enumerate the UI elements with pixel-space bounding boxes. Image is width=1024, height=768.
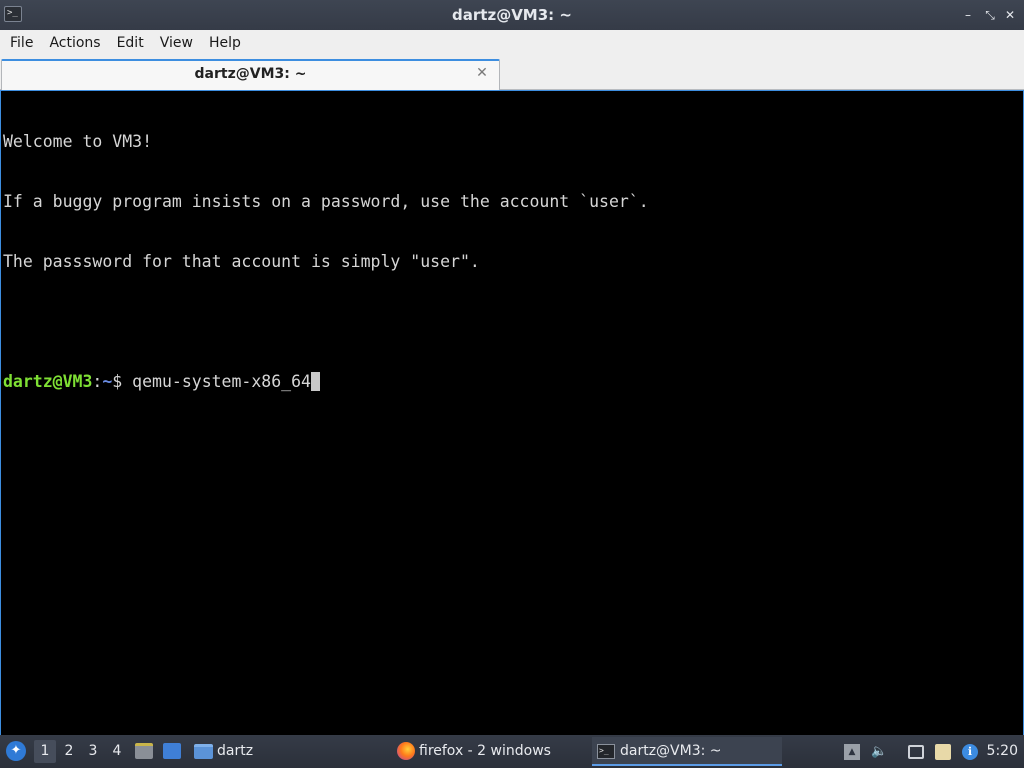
folder-task-label: dartz	[217, 743, 254, 759]
maximize-button[interactable]: ⤡	[982, 7, 998, 23]
taskbar: ✦ 1 2 3 4 dartz firefox - 2 windows >_ da…	[0, 735, 1024, 768]
desktop-3-button[interactable]: 3	[82, 735, 104, 768]
tab-terminal[interactable]: dartz@VM3: ~ ✕	[1, 59, 500, 90]
desktop-2-button[interactable]: 2	[58, 735, 80, 768]
menu-bar: File Actions Edit View Help	[0, 30, 1024, 57]
terminal-line: If a buggy program insists on a password…	[3, 192, 649, 211]
notification-icon[interactable]: ℹ	[962, 744, 978, 760]
menu-view[interactable]: View	[152, 30, 201, 57]
file-manager-icon[interactable]	[135, 743, 153, 759]
firefox-icon	[397, 742, 415, 760]
terminal-output[interactable]: Welcome to VM3! If a buggy program insis…	[0, 90, 1024, 735]
terminal-task-button[interactable]: >_ dartz@VM3: ~	[592, 737, 782, 766]
folder-task-button[interactable]: dartz	[194, 737, 253, 766]
start-menu-icon[interactable]: ✦	[6, 741, 26, 761]
terminal-task-label: dartz@VM3: ~	[620, 743, 722, 759]
network-icon[interactable]	[908, 745, 924, 759]
firefox-task-label: firefox - 2 windows	[419, 743, 551, 759]
clock[interactable]: 5:20	[987, 735, 1018, 768]
clipboard-icon[interactable]	[935, 744, 951, 760]
prompt-user-host: dartz@VM3	[3, 372, 93, 391]
text-cursor	[310, 372, 320, 391]
tab-bar: dartz@VM3: ~ ✕	[0, 57, 1024, 90]
volume-icon[interactable]: 🔈	[871, 744, 887, 760]
folder-icon	[194, 743, 213, 759]
prompt-colon: :	[92, 372, 103, 391]
window-titlebar[interactable]: >_ dartz@VM3: ~ – ⤡ ✕	[0, 0, 1024, 30]
desktop-4-button[interactable]: 4	[106, 735, 128, 768]
menu-actions[interactable]: Actions	[41, 30, 108, 57]
close-button[interactable]: ✕	[1002, 7, 1018, 23]
terminal-icon: >_	[597, 743, 615, 759]
tab-label: dartz@VM3: ~	[194, 66, 307, 82]
minimize-button[interactable]: –	[960, 7, 976, 23]
prompt-symbol: $	[112, 372, 133, 391]
tab-close-icon[interactable]: ✕	[473, 64, 491, 82]
terminal-prompt-line[interactable]: dartz@VM3:~$ qemu-system-x86_64	[3, 372, 1023, 392]
prompt-path: ~	[102, 372, 113, 391]
menu-edit[interactable]: Edit	[109, 30, 152, 57]
terminal-line: The passsword for that account is simply…	[3, 252, 480, 271]
show-desktop-icon[interactable]	[163, 743, 181, 759]
terminal-line: Welcome to VM3!	[3, 132, 153, 151]
firefox-task-button[interactable]: firefox - 2 windows	[394, 737, 584, 766]
command-input[interactable]: qemu-system-x86_64	[132, 372, 311, 391]
desktop-1-button[interactable]: 1	[34, 740, 56, 763]
menu-file[interactable]: File	[2, 30, 41, 57]
menu-help[interactable]: Help	[201, 30, 249, 57]
update-icon[interactable]: ▲	[844, 744, 860, 760]
window-title: dartz@VM3: ~	[452, 6, 572, 24]
